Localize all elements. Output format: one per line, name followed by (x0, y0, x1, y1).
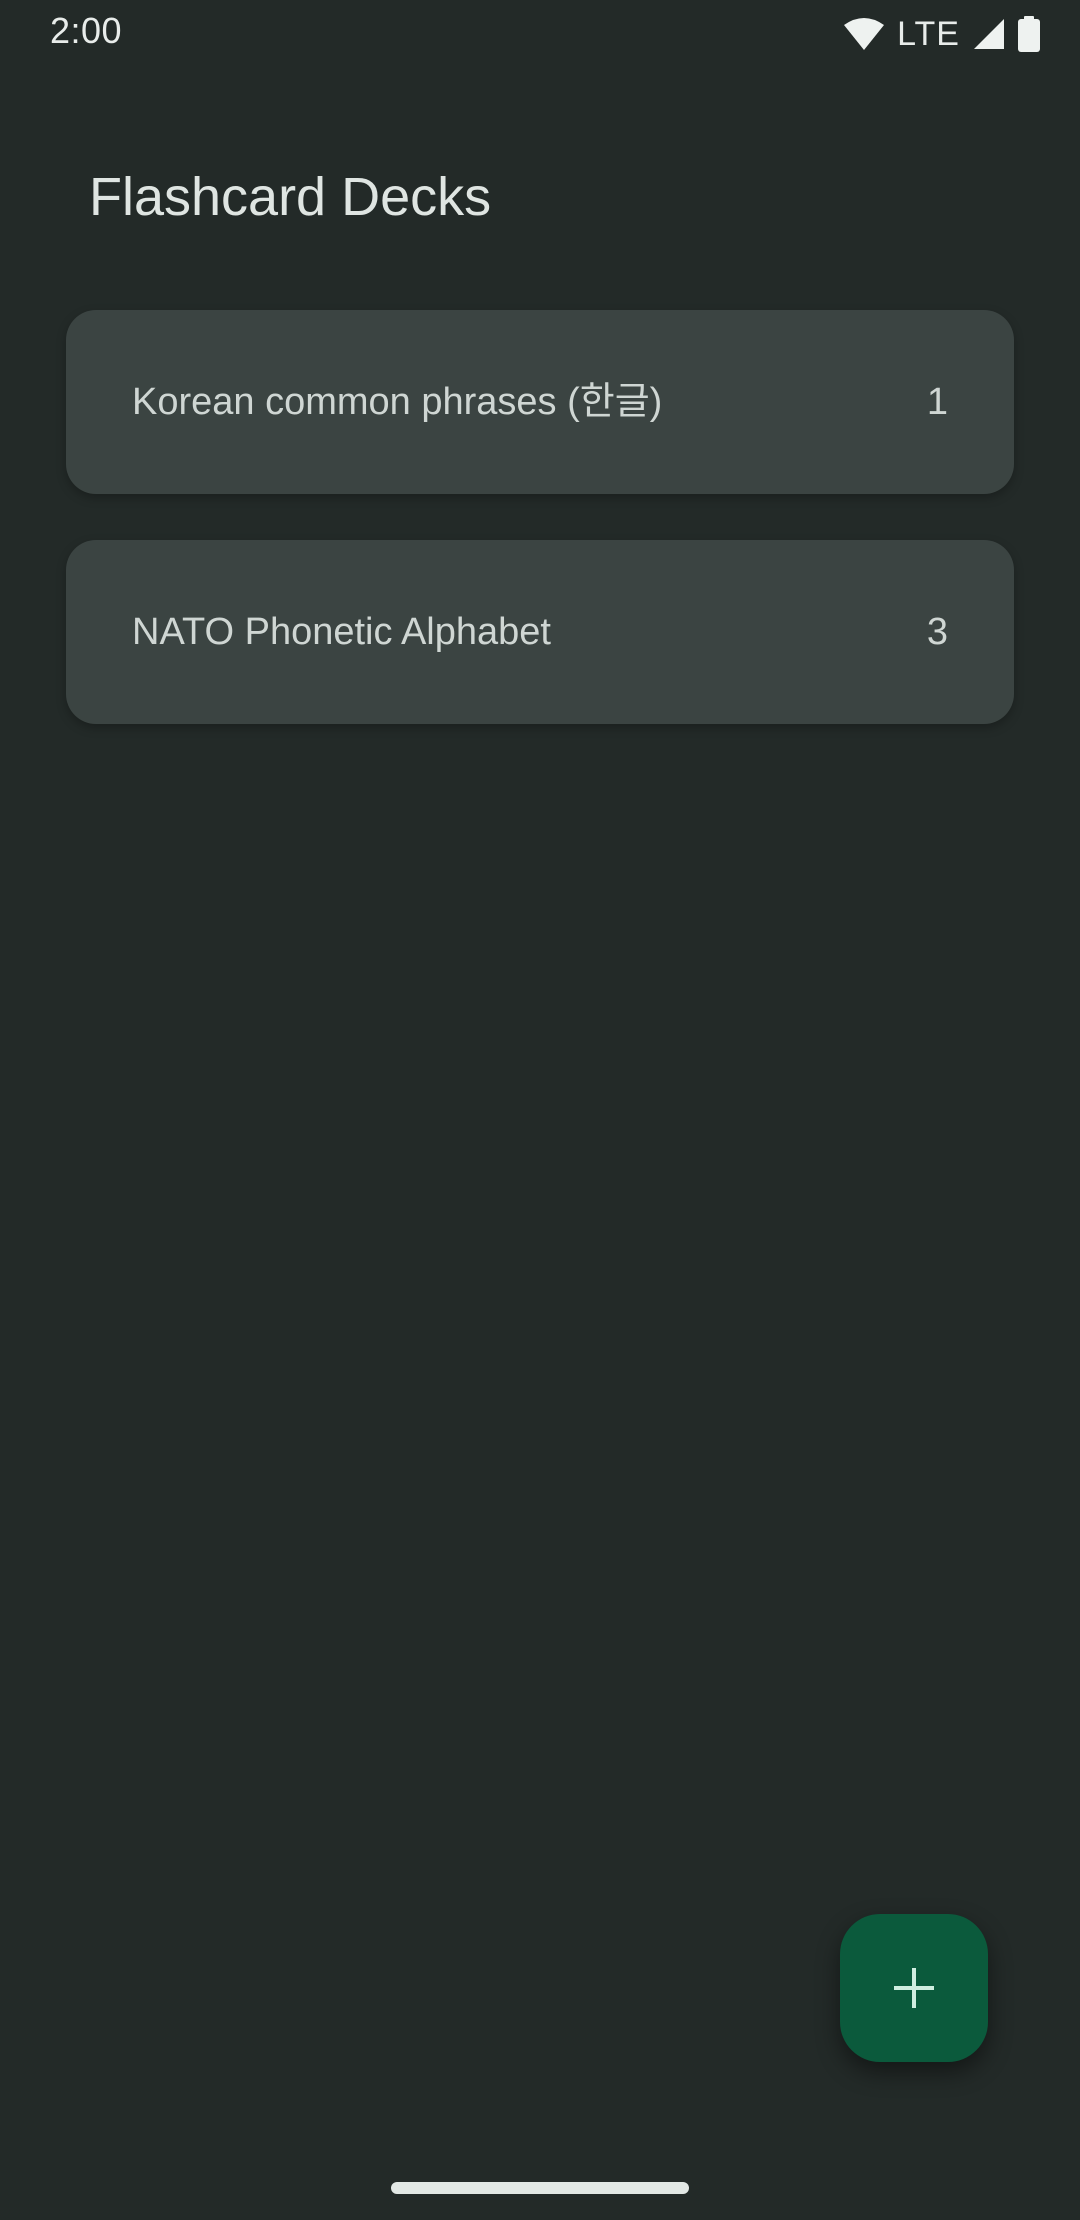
page-title: Flashcard Decks (89, 167, 492, 227)
status-bar: 2:00 LTE (0, 0, 1080, 68)
network-type-label: LTE (897, 14, 960, 53)
deck-card[interactable]: Korean common phrases (한글) 1 (66, 310, 1014, 494)
deck-card-count: 1 (926, 381, 948, 423)
deck-name: Korean common phrases (한글) (132, 381, 663, 423)
cell-signal-icon (972, 17, 1006, 51)
battery-icon (1018, 16, 1040, 52)
add-deck-button[interactable] (840, 1914, 988, 2062)
deck-name: NATO Phonetic Alphabet (132, 611, 551, 653)
plus-icon (892, 1966, 936, 2010)
deck-card[interactable]: NATO Phonetic Alphabet 3 (66, 540, 1014, 724)
gesture-nav-handle[interactable] (391, 2182, 689, 2194)
wifi-icon (843, 17, 885, 51)
deck-card-count: 3 (926, 611, 948, 653)
status-icons: LTE (843, 14, 1040, 54)
status-time: 2:00 (50, 10, 123, 51)
